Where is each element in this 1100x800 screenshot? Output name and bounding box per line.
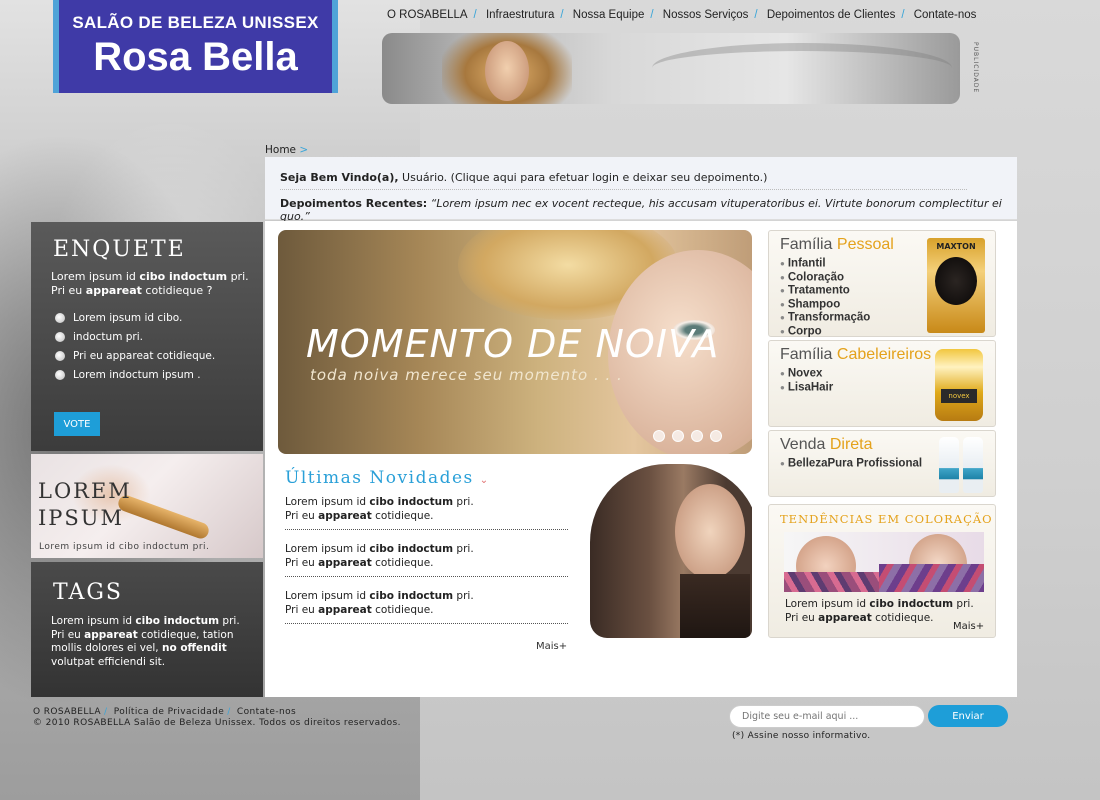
poll-option[interactable]: Lorem ipsum id cibo. — [55, 312, 215, 324]
tendencias-more-link[interactable]: Mais+ — [953, 621, 984, 632]
breadcrumb-home[interactable]: Home — [265, 144, 296, 156]
footer-links: O ROSABELLA / Política de Privacidade / Co… — [33, 707, 297, 717]
news-more-link[interactable]: Mais+ — [536, 641, 567, 652]
ad-banner[interactable] — [382, 33, 960, 104]
newsletter-send-button[interactable]: Enviar — [928, 705, 1008, 727]
maxton-brand: MAXTON — [936, 242, 976, 251]
product-box-cabeleireiros[interactable]: Família Cabeleireiros ● Novex ● LisaHair n… — [768, 340, 996, 427]
footer-link-privacidade[interactable]: Política de Privacidade — [114, 707, 225, 717]
maxton-box-image: MAXTON — [927, 238, 985, 333]
novex-jar-image: novex — [935, 349, 983, 421]
product-item[interactable]: ● Infantil — [780, 257, 870, 271]
logo-name: Rosa Bella — [93, 35, 298, 79]
product-box-venda-direta[interactable]: Venda Direta ● BellezaPura Profissional — [768, 430, 996, 497]
product-item[interactable]: ● Corpo — [780, 325, 870, 339]
recent-testimonials-label: Depoimentos Recentes: — [280, 197, 428, 210]
welcome-box: Seja Bem Vindo(a), Usuário. (Clique aqui… — [265, 157, 1017, 223]
tendencias-box[interactable]: TENDÊNCIAS EM COLORAÇÃO Lorem ipsum id c… — [768, 504, 996, 638]
welcome-greeting: Seja Bem Vindo(a), — [280, 171, 399, 184]
news-photo — [580, 464, 752, 638]
product-item[interactable]: ● Shampoo — [780, 298, 870, 312]
novex-brand: novex — [941, 389, 977, 403]
product-item[interactable]: ● BellezaPura Profissional — [780, 457, 922, 471]
nav-item-nossos-servicos[interactable]: Nossos Serviços — [663, 9, 749, 21]
newsletter-note: (*) Assine nosso informativo. — [732, 731, 871, 741]
product-title: Família Cabeleireiros — [780, 346, 932, 363]
nav-item-infraestrutura[interactable]: Infraestrutura — [486, 9, 554, 21]
bottles-image — [939, 437, 983, 493]
product-item[interactable]: ● Novex — [780, 367, 833, 381]
recent-testimonials-row: Depoimentos Recentes: “Lorem ipsum nec e… — [280, 197, 1017, 223]
tendencias-image — [784, 532, 984, 592]
footer-link-contate-nos[interactable]: Contate-nos — [237, 707, 296, 717]
product-list: ● Novex ● LisaHair — [780, 367, 833, 394]
tendencias-text: Lorem ipsum id cibo indoctum pri. Pri eu… — [785, 598, 974, 624]
promo-title: LOREM IPSUM — [38, 479, 132, 530]
slider-dot[interactable] — [672, 430, 684, 442]
chevron-down-icon: ⌄ — [479, 475, 490, 486]
poll-option[interactable]: Pri eu appareat cotidieque. — [55, 350, 215, 362]
logo-subtitle: SALÃO DE BELEZA UNISSEX — [72, 13, 319, 32]
vote-button[interactable]: VOTE — [54, 412, 100, 436]
product-list: ● Infantil ● Coloração ● Tratamento ● Shampo… — [780, 257, 870, 338]
product-item[interactable]: ● Transformação — [780, 311, 870, 325]
news-item[interactable]: Lorem ipsum id cibo indoctum pri. Pri eu… — [285, 590, 568, 624]
welcome-row: Seja Bem Vindo(a), Usuário. (Clique aqui… — [280, 171, 767, 184]
banner-face-image — [485, 41, 529, 101]
news-item[interactable]: Lorem ipsum id cibo indoctum pri. Pri eu… — [285, 543, 568, 577]
news-item[interactable]: Lorem ipsum id cibo indoctum pri. Pri eu… — [285, 496, 568, 530]
footer-link-o-rosabella[interactable]: O ROSABELLA — [33, 707, 101, 717]
breadcrumb-arrow: > — [299, 144, 309, 156]
product-title: Família Pessoal — [780, 236, 894, 253]
news-neck-image — [680, 574, 750, 638]
poll-option[interactable]: Lorem indoctum ipsum . — [55, 369, 215, 381]
top-navigation: O ROSABELLA / Infraestrutura / Nossa Equip… — [387, 9, 977, 21]
product-title: Venda Direta — [780, 436, 873, 453]
poll-question: Lorem ipsum id cibo indoctum pri. Pri eu… — [51, 270, 249, 297]
tags-panel: TAGS Lorem ipsum id cibo indoctum pri. P… — [31, 562, 263, 697]
footer-copyright: © 2010 ROSABELLA Salão de Beleza Unissex… — [33, 718, 401, 728]
radio-icon[interactable] — [55, 332, 65, 342]
lorem-ipsum-promo[interactable]: LOREM IPSUM Lorem ipsum id cibo indoctum … — [31, 454, 263, 558]
poll-option[interactable]: indoctum pri. — [55, 331, 215, 343]
tags-title: TAGS — [53, 580, 124, 605]
breadcrumb: Home > — [265, 144, 308, 156]
product-box-pessoal[interactable]: Família Pessoal ● Infantil ● Coloração ● Tr… — [768, 230, 996, 337]
news-face-image — [675, 484, 745, 579]
site-logo[interactable]: SALÃO DE BELEZA UNISSEX Rosa Bella — [53, 0, 338, 93]
news-title: Últimas Novidades ⌄ — [285, 468, 490, 488]
nav-item-o-rosabella[interactable]: O ROSABELLA — [387, 9, 468, 21]
news-list: Lorem ipsum id cibo indoctum pri. Pri eu… — [285, 496, 568, 637]
banner-swirl — [652, 43, 952, 93]
slider-dots — [653, 430, 722, 442]
radio-icon[interactable] — [55, 351, 65, 361]
product-list: ● BellezaPura Profissional — [780, 457, 922, 471]
nav-item-nossa-equipe[interactable]: Nossa Equipe — [573, 9, 645, 21]
radio-icon[interactable] — [55, 313, 65, 323]
login-link[interactable]: Usuário. (Clique aqui para efetuar login… — [399, 171, 767, 184]
tendencias-title: TENDÊNCIAS EM COLORAÇÃO — [780, 512, 993, 526]
poll-title: ENQUETE — [53, 237, 186, 262]
poll-panel: ENQUETE Lorem ipsum id cibo indoctum pri… — [31, 222, 263, 451]
slider-dot[interactable] — [710, 430, 722, 442]
slider-dot[interactable] — [691, 430, 703, 442]
hero-slider[interactable]: MOMENTO DE NOIVA toda noiva merece seu m… — [278, 230, 752, 454]
tags-text: Lorem ipsum id cibo indoctum pri. Pri eu… — [51, 615, 240, 668]
nav-item-depoimentos[interactable]: Depoimentos de Clientes — [767, 9, 896, 21]
product-item[interactable]: ● Coloração — [780, 271, 870, 285]
publicidade-label: PUBLICIDADE — [972, 42, 979, 94]
poll-options: Lorem ipsum id cibo. indoctum pri. Pri e… — [55, 312, 215, 388]
radio-icon[interactable] — [55, 370, 65, 380]
welcome-divider — [280, 189, 967, 190]
product-item[interactable]: ● Tratamento — [780, 284, 870, 298]
hero-subtitle: toda noiva merece seu momento . . . — [310, 366, 623, 384]
promo-caption: Lorem ipsum id cibo indoctum pri. — [39, 542, 210, 552]
product-item[interactable]: ● LisaHair — [780, 381, 833, 395]
newsletter-email-input[interactable] — [729, 705, 925, 728]
hero-title: MOMENTO DE NOIVA — [306, 322, 720, 366]
slider-dot[interactable] — [653, 430, 665, 442]
nav-item-contate-nos[interactable]: Contate-nos — [914, 9, 977, 21]
